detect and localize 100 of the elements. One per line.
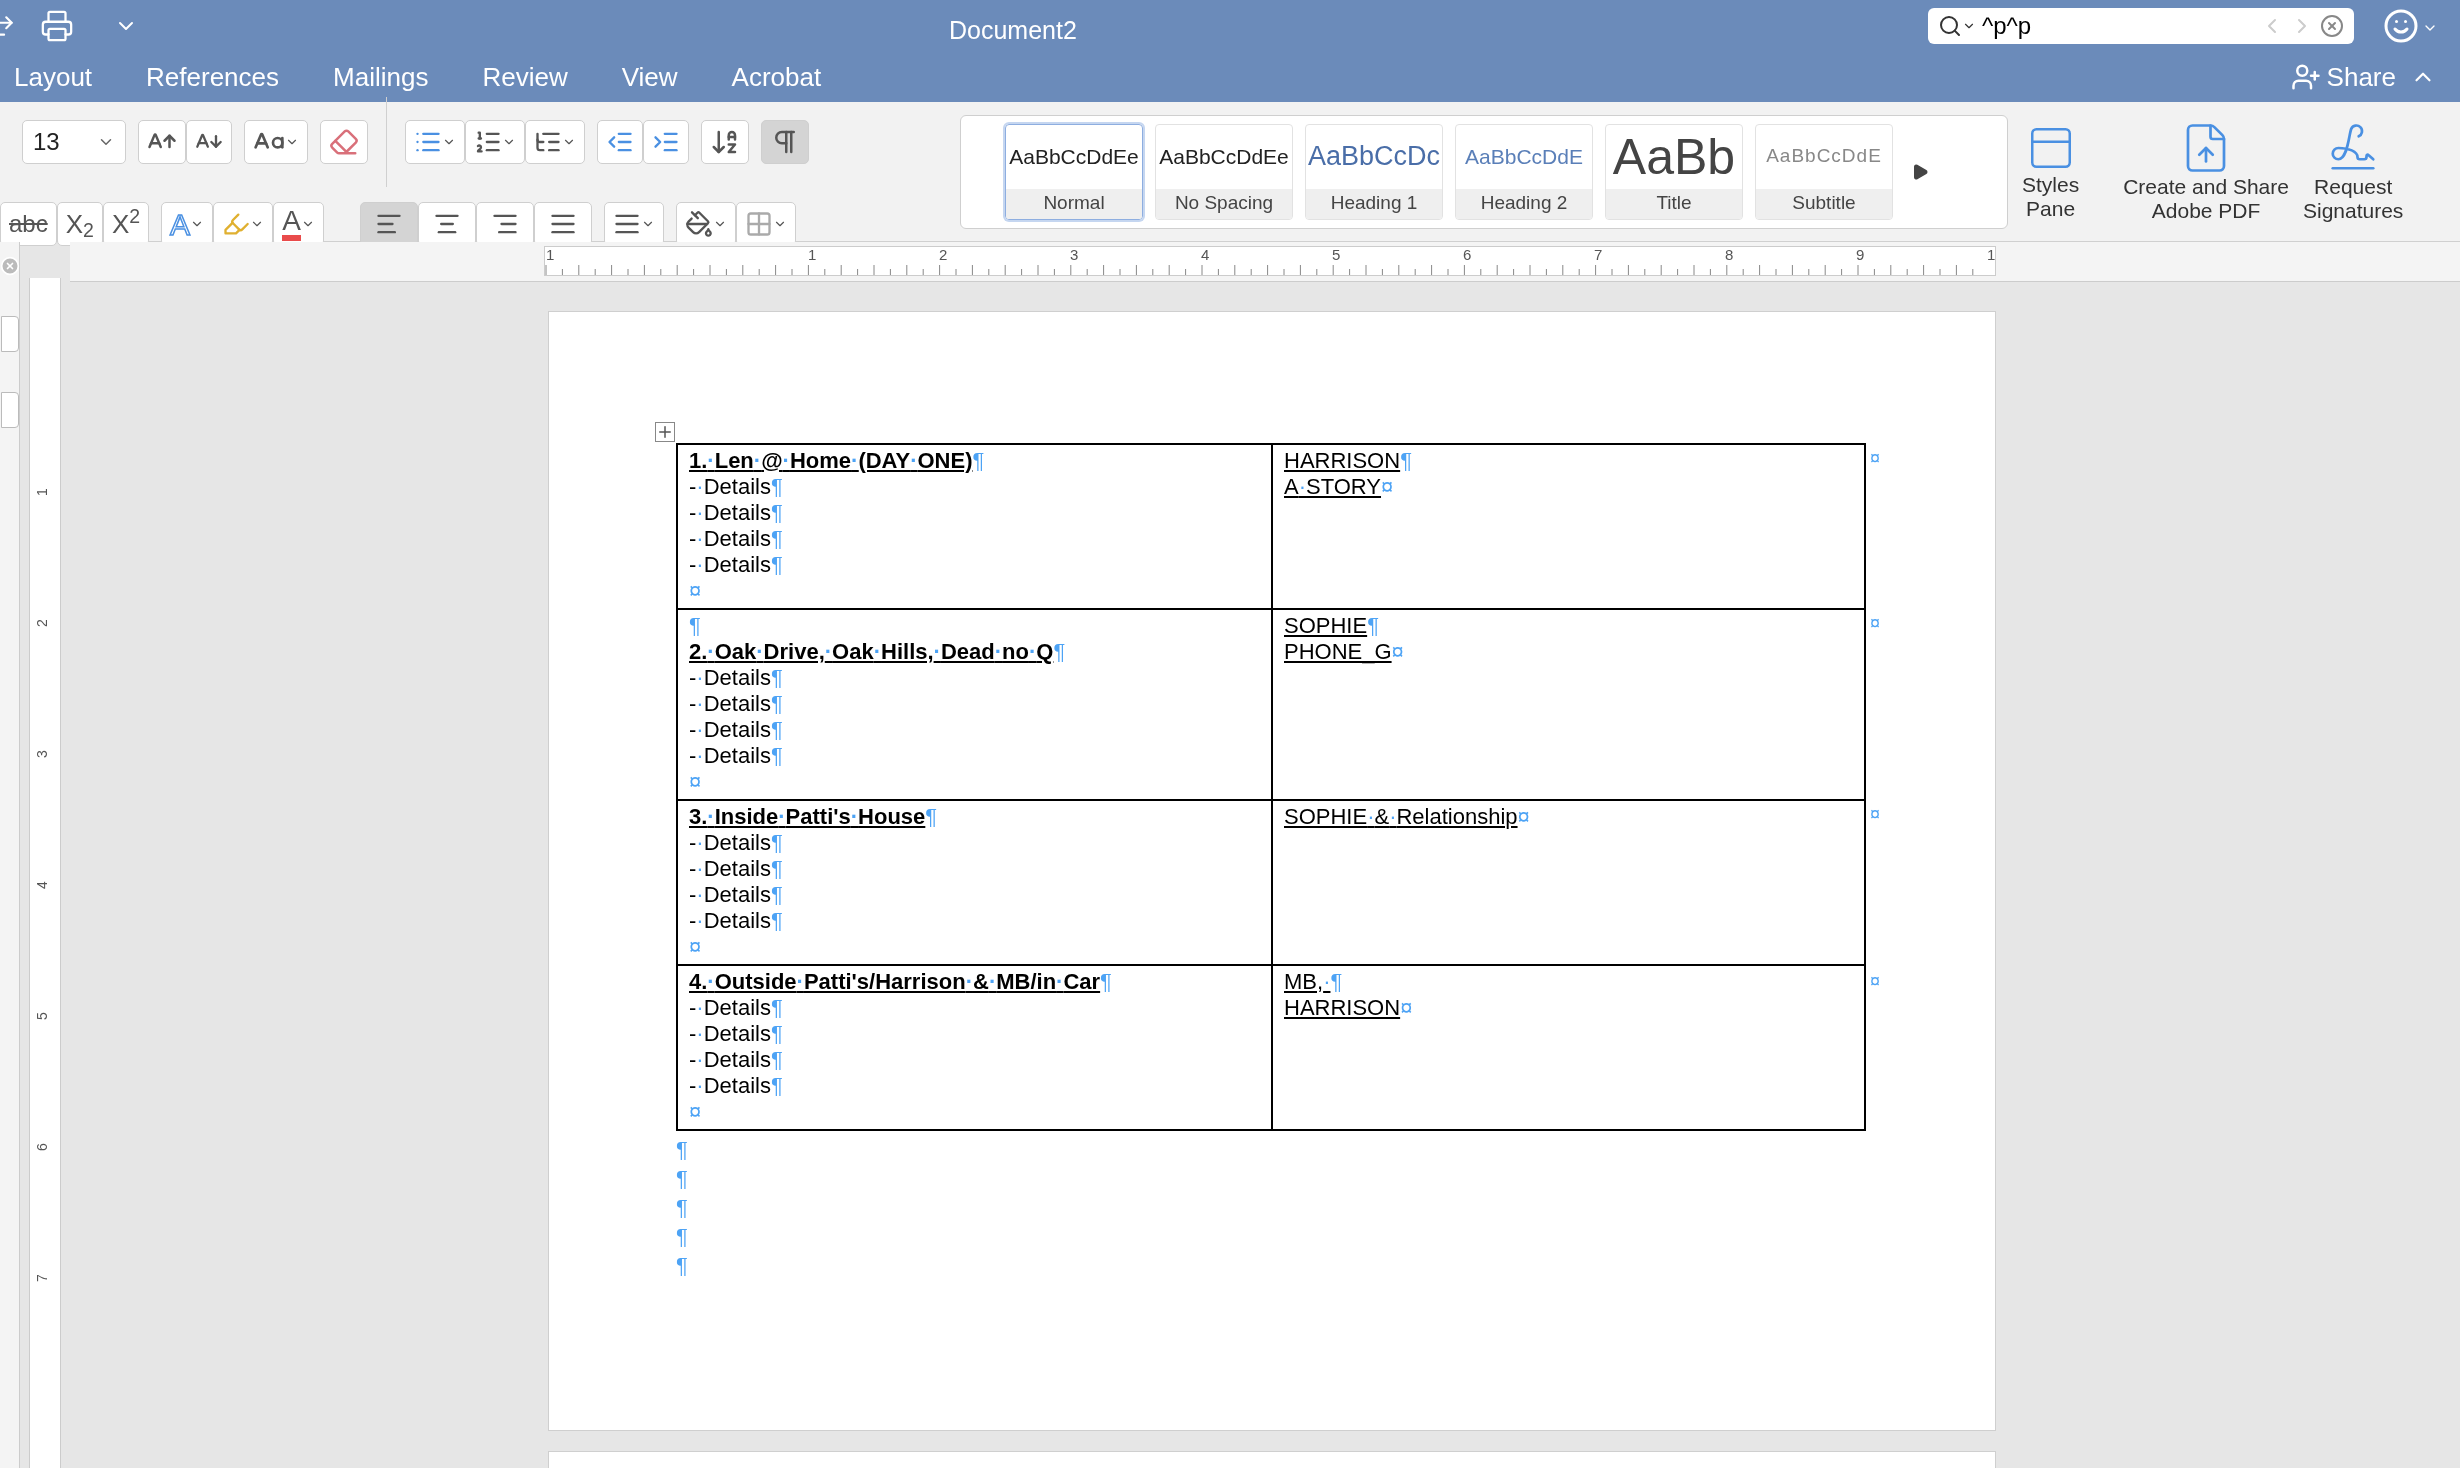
detail-line: -·Details (689, 854, 771, 883)
paragraph-mark: ¶ (676, 1223, 688, 1251)
formatting-mark: ¤ (689, 576, 702, 605)
highlighter-icon (222, 210, 251, 238)
table-move-handle-icon[interactable] (655, 422, 675, 442)
detail-line: -·Details (689, 1071, 771, 1100)
formatting-mark: ¤ (689, 767, 702, 796)
paragraph-mark: ¶ (676, 1165, 688, 1193)
scene-heading: 1.·Len·@·Home·(DAY·ONE) (689, 446, 973, 475)
strikethrough-button[interactable]: abc (0, 202, 57, 246)
formatting-mark: ¶ (770, 1019, 783, 1048)
shrink-font-button[interactable] (186, 120, 232, 164)
formatting-mark: ¶ (770, 1045, 783, 1074)
subscript-button[interactable]: X$_{2}$ (56, 202, 103, 246)
formatting-mark: ¶ (770, 472, 783, 501)
style-item[interactable]: AaBbCcDdE Subtitle (1755, 123, 1893, 220)
scene-heading: 3.·Inside·Patti's·House (689, 802, 926, 831)
ruler-number: 6 (33, 1143, 50, 1151)
ribbon-button[interactable]: Styles Pane (2022, 122, 2080, 221)
clear-formatting-button[interactable] (320, 120, 368, 164)
print-icon[interactable] (40, 9, 74, 43)
style-item[interactable]: AaBbCcDdE Heading 2 (1455, 123, 1593, 220)
ruler-number: 4 (33, 881, 50, 889)
formatting-mark: ¶ (1367, 611, 1379, 640)
eraser-icon (329, 127, 359, 157)
formatting-mark: ¤ (1381, 472, 1394, 501)
window-title: Document2 (949, 15, 1077, 46)
scene-heading: 4.·Outside·Patti's/Harrison·&·MB/in·Car (689, 967, 1101, 996)
ruler-number: 7 (1594, 247, 1603, 263)
increase-indent-button[interactable] (643, 120, 689, 164)
formatting-mark: ¶ (770, 993, 783, 1022)
search-value: ^p^p (1982, 11, 2032, 41)
ruler-number: 8 (1725, 247, 1734, 263)
decrease-indent-button[interactable] (597, 120, 643, 164)
ribbon-button[interactable]: Create and Share Adobe PDF (2123, 120, 2289, 223)
formatting-mark: ¶ (770, 524, 783, 553)
formatting-mark: ¤ (1391, 637, 1404, 666)
numbering-button[interactable] (465, 120, 525, 164)
ruler-number: 1 (1987, 247, 1996, 263)
detail-line: -·Details (689, 663, 771, 692)
style-item[interactable]: AaBbCcDdEe No Spacing (1155, 123, 1293, 220)
formatting-mark: ¶ (770, 1071, 783, 1100)
panel-field[interactable] (0, 392, 19, 428)
character-label: HARRISON (1284, 446, 1401, 475)
change-case-button[interactable] (244, 120, 308, 164)
font-size-field[interactable]: 13 (22, 120, 126, 164)
sort-button[interactable] (701, 120, 749, 164)
ruler-number: 1 (33, 488, 50, 496)
character-label: PHONE_G (1284, 637, 1392, 666)
clear-icon[interactable] (2320, 14, 2344, 38)
style-item[interactable]: AaBbCcDc Heading 1 (1305, 123, 1443, 220)
formatting-mark: ¤ (689, 1097, 702, 1126)
ribbon-button[interactable]: Request Signatures (2302, 120, 2404, 223)
multilevel-list-button[interactable] (525, 120, 585, 164)
paragraph-mark: ¶ (676, 1194, 688, 1222)
formatting-mark: ¤ (1400, 993, 1413, 1022)
style-item[interactable]: AaBbCcDdEe Normal (1005, 123, 1143, 220)
grid-icon (744, 210, 773, 238)
formatting-mark: ¶ (1400, 446, 1412, 475)
formatting-mark: ¶ (770, 880, 783, 909)
row-end-mark: ¤ (1870, 447, 1880, 470)
formatting-mark: ¶ (1330, 967, 1343, 996)
detail-line: -·Details (689, 498, 771, 527)
show-formatting-button[interactable] (761, 120, 809, 164)
ruler-number: 7 (33, 1274, 50, 1282)
formatting-mark: ¶ (770, 715, 783, 744)
panel-field[interactable] (0, 316, 19, 352)
detail-line: -·Details (689, 689, 771, 718)
detail-line: -·Details (689, 906, 771, 935)
formatting-mark: ¶ (972, 446, 985, 475)
row-end-mark: ¤ (1870, 803, 1880, 826)
ruler-number: 9 (1856, 247, 1865, 263)
detail-line: -·Details (689, 715, 771, 744)
formatting-mark: ¶ (770, 663, 783, 692)
detail-line: -·Details (689, 880, 771, 909)
paint-bucket-icon (684, 210, 713, 238)
detail-line: -·Details (689, 524, 771, 553)
character-label: SOPHIE·&·Relationship (1284, 802, 1518, 831)
row-end-mark: ¤ (1870, 612, 1880, 635)
ruler-number: 3 (1070, 247, 1079, 263)
style-item[interactable]: AaBb Title (1605, 123, 1743, 220)
detail-line: -·Details (689, 1045, 771, 1074)
ruler-number: 4 (1201, 247, 1210, 263)
bullets-button[interactable] (405, 120, 465, 164)
ruler-number: 5 (33, 1012, 50, 1020)
formatting-mark: ¶ (770, 854, 783, 883)
formatting-mark: ¶ (770, 689, 783, 718)
grow-font-button[interactable] (138, 120, 186, 164)
smiley-icon[interactable] (2383, 8, 2419, 44)
formatting-mark: ¶ (689, 611, 701, 640)
search-field[interactable]: ^p^p (1928, 8, 2354, 44)
formatting-mark: ¶ (770, 828, 783, 857)
more-styles-icon[interactable] (1911, 162, 1929, 181)
close-icon[interactable] (0, 256, 20, 276)
character-label: MB,· (1284, 967, 1331, 996)
ruler-number: 6 (1463, 247, 1472, 263)
detail-line: -·Details (689, 472, 771, 501)
formatting-mark: ¶ (770, 906, 783, 935)
formatting-mark: ¶ (1053, 637, 1066, 666)
detail-line: -·Details (689, 741, 771, 770)
